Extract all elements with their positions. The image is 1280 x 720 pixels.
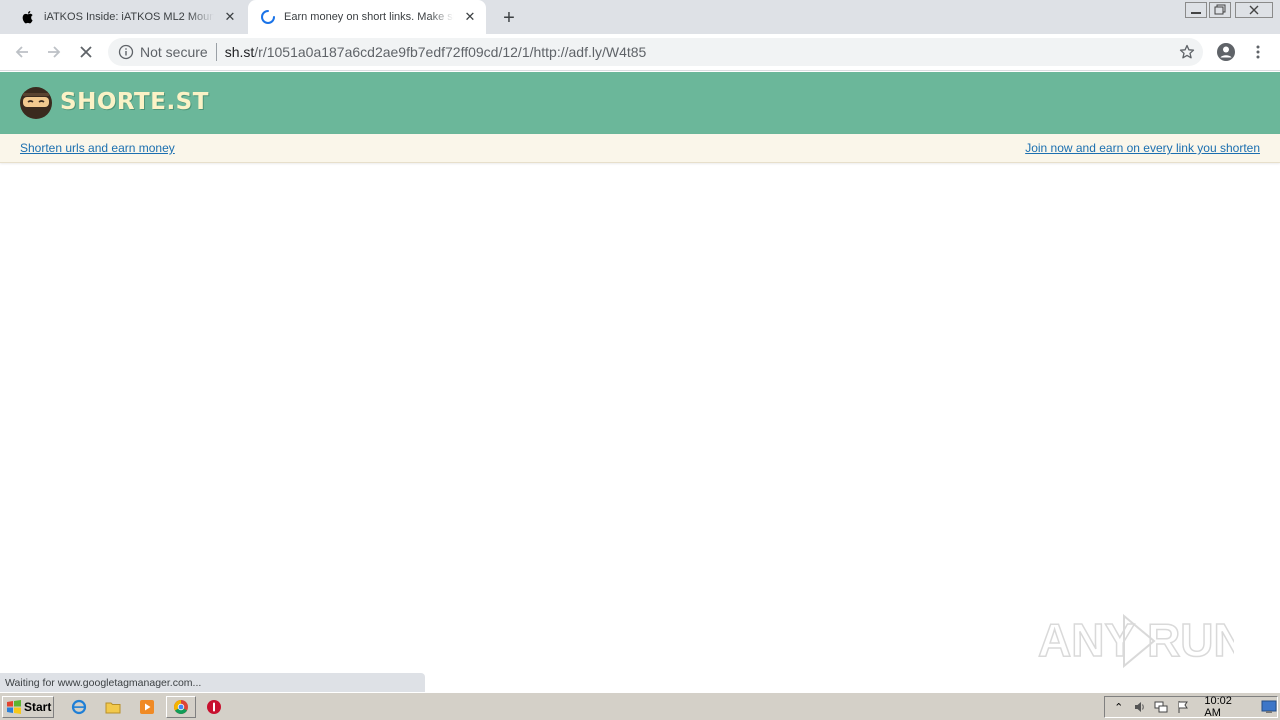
stop-icon[interactable]: [205, 698, 223, 716]
new-tab-button[interactable]: +: [498, 7, 520, 29]
clock[interactable]: 10:02 AM: [1204, 695, 1249, 719]
site-logo[interactable]: SHORTE.ST: [19, 84, 209, 120]
stop-loading-button[interactable]: [72, 38, 100, 66]
brand-wordmark: SHORTE.ST: [60, 89, 209, 115]
back-arrow-icon: [15, 46, 28, 58]
ie-icon[interactable]: [70, 698, 88, 716]
status-bubble: Waiting for www.googletagmanager.com...: [0, 673, 425, 692]
tab-strip: iATKOS Inside: iATKOS ML2 Mountain Lion …: [0, 0, 1280, 34]
taskbar: Start ⌃ 10:02 AM: [0, 692, 1280, 720]
close-window-button[interactable]: [1234, 0, 1274, 20]
kebab-menu-icon: [1256, 45, 1260, 59]
forward-arrow-icon: [48, 46, 61, 58]
security-label[interactable]: Not secure: [140, 44, 208, 60]
url-host: sh.st: [224, 44, 255, 60]
profile-button[interactable]: [1212, 38, 1240, 66]
forward-button[interactable]: [40, 38, 68, 66]
info-icon[interactable]: [118, 44, 134, 60]
show-hidden-icons-icon[interactable]: ⌃: [1111, 699, 1126, 715]
back-button[interactable]: [8, 38, 36, 66]
loading-spinner-icon: [261, 10, 275, 24]
restore-button[interactable]: [1208, 0, 1232, 20]
chrome-icon[interactable]: [166, 696, 196, 718]
show-desktop-icon[interactable]: [1261, 699, 1277, 715]
url-path: /r/1051a0a187a6cd2ae9fb7edf72ff09cd/12/1…: [254, 44, 647, 60]
menu-button[interactable]: [1244, 38, 1272, 66]
join-now-link[interactable]: Join now and earn on every link you shor…: [1025, 141, 1260, 155]
address-bar[interactable]: Not secure sh.st/r/1051a0a187a6cd2ae9fb7…: [108, 38, 1203, 66]
omnibox-divider: [215, 43, 217, 61]
tab-shortest[interactable]: Earn money on short links. Make short li…: [248, 0, 486, 34]
apple-icon: [22, 11, 33, 24]
bookmark-star-icon[interactable]: [1179, 44, 1195, 60]
network-icon[interactable]: [1154, 699, 1169, 715]
promo-bar: Shorten urls and earn money Join now and…: [0, 134, 1280, 163]
tab-iatkos[interactable]: iATKOS Inside: iATKOS ML2 Mountain Lion …: [8, 0, 246, 34]
close-tab-icon[interactable]: ✕: [222, 9, 238, 25]
system-tray: ⌃ 10:02 AM: [1104, 695, 1278, 719]
close-tab-icon[interactable]: ✕: [462, 9, 478, 25]
media-player-icon[interactable]: [138, 698, 156, 716]
windows-flag-icon: [7, 700, 21, 714]
minimize-button[interactable]: [1184, 0, 1208, 20]
anyrun-watermark: ANY RUN: [1038, 613, 1234, 669]
browser-toolbar: Not secure sh.st/r/1051a0a187a6cd2ae9fb7…: [0, 34, 1280, 71]
account-icon: [1217, 43, 1235, 61]
action-center-flag-icon[interactable]: [1175, 699, 1190, 715]
site-header: SHORTE.ST: [0, 72, 1280, 134]
shorten-urls-link[interactable]: Shorten urls and earn money: [20, 141, 175, 155]
stop-x-icon: [80, 46, 92, 58]
tab-title: iATKOS Inside: iATKOS ML2 Mountain Lion: [44, 11, 214, 23]
start-label: Start: [24, 700, 52, 714]
tab-title: Earn money on short links. Make short li…: [284, 11, 454, 23]
ninja-mascot-icon: [20, 87, 52, 119]
start-button[interactable]: Start: [2, 696, 54, 718]
volume-icon[interactable]: [1132, 699, 1147, 715]
watermark-text: ANY RUN: [1038, 614, 1234, 666]
folder-icon[interactable]: [104, 698, 122, 716]
